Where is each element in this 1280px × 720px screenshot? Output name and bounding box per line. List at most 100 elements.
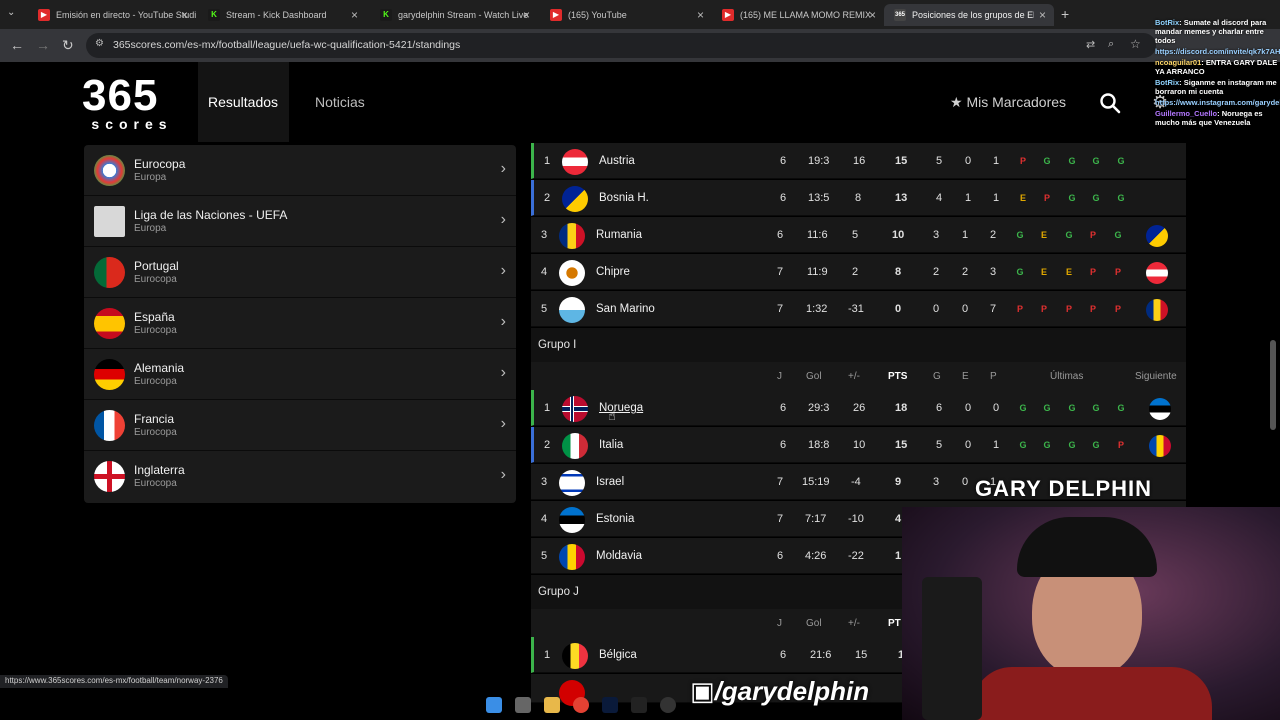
france-flag-icon [94, 410, 125, 441]
form-result: P [1117, 440, 1124, 450]
photoshop-icon[interactable] [602, 697, 618, 713]
task-view-icon[interactable] [515, 697, 531, 713]
form-result: G [1043, 403, 1051, 413]
davinci-resolve-icon[interactable] [631, 697, 647, 713]
played: 6 [780, 155, 787, 167]
goal-diff: -31 [848, 303, 864, 315]
austria-flag-icon [562, 149, 588, 175]
handle-text: /garydelphin [714, 676, 870, 706]
team-name[interactable]: Rumania [596, 229, 642, 241]
table-row-norway[interactable]: 1 Noruega 6 29:3 26 18 6 0 0 G G G G G ☝ [531, 390, 1186, 426]
favorites-link[interactable]: ★ Mis Marcadores [950, 94, 1066, 111]
form-result: P [1089, 230, 1096, 240]
competition-item-eurocopa[interactable]: Eurocopa Europa › [84, 145, 516, 196]
position: 1 [544, 155, 551, 167]
reload-icon[interactable]: ↻ [62, 37, 74, 54]
chat-username: ncoaguilar01 [1155, 58, 1202, 67]
team-name[interactable]: Moldavia [596, 550, 642, 562]
tab-search-icon[interactable]: ⌄ [7, 7, 15, 18]
omnibox[interactable]: ⚙ 365scores.com/es-mx/football/league/ue… [86, 33, 1156, 58]
competition-item-alemania[interactable]: Alemania Eurocopa › [84, 349, 516, 400]
search-icon[interactable] [1099, 92, 1121, 114]
365scores-logo[interactable]: 365 scores [82, 74, 182, 133]
col-e: E [962, 371, 969, 382]
chat-message: ncoaguilar01: ENTRA GARY DALE YA ARRANCO [1155, 58, 1280, 76]
col-j: J [777, 371, 782, 382]
close-icon[interactable]: × [697, 8, 704, 22]
draws: 1 [962, 229, 969, 241]
competition-item-inglaterra[interactable]: Inglaterra Eurocopa › [84, 451, 516, 502]
youtube-icon: ▶ [550, 9, 562, 21]
draws: 0 [965, 155, 972, 167]
team-name[interactable]: Chipre [596, 266, 630, 278]
back-icon[interactable]: ← [10, 37, 24, 53]
competition-name: Liga de las Naciones - UEFA [134, 208, 288, 222]
close-icon[interactable]: × [523, 8, 530, 22]
site-info-icon[interactable]: ⚙ [95, 38, 104, 49]
team-name[interactable]: San Marino [596, 303, 655, 315]
table-row[interactable]: 1 Austria 6 19:3 16 15 5 0 1 P G G G G [531, 143, 1186, 179]
table-row[interactable]: 2 Bosnia H. 6 13:5 8 13 4 1 1 E P G G G [531, 180, 1186, 216]
browser-tab-active[interactable]: 365 Posiciones de los grupos de Elimin × [884, 4, 1054, 26]
form-result: G [1016, 230, 1024, 240]
windows-start-icon[interactable] [486, 697, 502, 713]
close-icon[interactable]: × [181, 8, 188, 22]
file-explorer-icon[interactable] [544, 697, 560, 713]
close-icon[interactable]: × [1039, 8, 1046, 22]
team-name[interactable]: Estonia [596, 513, 634, 525]
played: 6 [780, 402, 787, 414]
team-name[interactable]: Noruega [599, 402, 643, 414]
goals: 11:9 [807, 266, 828, 278]
table-row[interactable]: 4 Chipre 7 11:9 2 8 2 2 3 G E E P P [531, 254, 1186, 290]
team-name[interactable]: Bélgica [599, 649, 637, 661]
group-title: Grupo I [538, 339, 577, 351]
new-tab-icon[interactable]: + [1061, 6, 1069, 22]
tab-title: (165) ME LLAMA MOMO REMIX Fr [740, 10, 870, 20]
table-row[interactable]: 5 San Marino 7 1:32 -31 0 0 0 7 P P P P … [531, 291, 1186, 327]
goals: 29:3 [808, 402, 830, 414]
url-text[interactable]: 365scores.com/es-mx/football/league/uefa… [113, 39, 460, 51]
team-name[interactable]: Israel [596, 476, 624, 488]
browser-tab[interactable]: ▶ (165) ME LLAMA MOMO REMIX Fr × [712, 4, 884, 26]
col-gol: Gol [806, 371, 822, 382]
page-scrollbar[interactable] [1270, 340, 1276, 430]
team-name[interactable]: Bosnia H. [599, 192, 649, 204]
position: 4 [541, 513, 548, 525]
losses: 1 [993, 192, 1000, 204]
close-icon[interactable]: × [869, 8, 876, 22]
wins: 0 [933, 303, 940, 315]
nav-noticias[interactable]: Noticias [305, 62, 375, 142]
competition-item-portugal[interactable]: Portugal Eurocopa › [84, 247, 516, 298]
competition-name: España [134, 310, 175, 324]
forward-icon[interactable]: → [36, 37, 50, 53]
bookmark-star-icon[interactable]: ☆ [1130, 37, 1141, 51]
played: 6 [780, 649, 787, 661]
zoom-icon[interactable]: ⌕ [1108, 38, 1114, 51]
points: 13 [895, 192, 908, 204]
position: 1 [544, 402, 551, 414]
competition-item-espana[interactable]: España Eurocopa › [84, 298, 516, 349]
competition-region: Eurocopa [134, 325, 177, 336]
translate-icon[interactable]: ⇄ [1086, 38, 1095, 51]
close-icon[interactable]: × [351, 8, 358, 22]
chat-username: Guillermo_Cuello [1155, 109, 1218, 118]
browser-tab[interactable]: K Stream - Kick Dashboard × [198, 4, 366, 26]
browser-tab[interactable]: ▶ Emisión en directo - YouTube Studio × [28, 4, 196, 26]
browser-tab[interactable]: K garydelphin Stream - Watch Live o × [370, 4, 538, 26]
table-row[interactable]: 2 Italia 6 18:8 10 15 5 0 1 G G G G P [531, 427, 1186, 463]
browser-tab[interactable]: ▶ (165) YouTube × [540, 4, 712, 26]
losses: 1 [993, 439, 1000, 451]
chrome-icon[interactable] [573, 697, 589, 713]
col-gol: Gol [806, 618, 822, 629]
obs-icon[interactable] [660, 697, 676, 713]
col-pts: PT [888, 618, 901, 629]
competition-item-nations-league[interactable]: Liga de las Naciones - UEFA Europa › [84, 196, 516, 247]
goal-diff: 16 [853, 155, 866, 167]
table-row[interactable]: 3 Rumania 6 11:6 5 10 3 1 2 G E G P G [531, 217, 1186, 253]
team-name[interactable]: Italia [599, 439, 623, 451]
team-name[interactable]: Austria [599, 155, 635, 167]
competition-item-francia[interactable]: Francia Eurocopa › [84, 400, 516, 451]
next-opponent-estonia-icon [1149, 398, 1171, 420]
nav-resultados[interactable]: Resultados [198, 62, 289, 142]
goals: 4:26 [805, 550, 827, 562]
